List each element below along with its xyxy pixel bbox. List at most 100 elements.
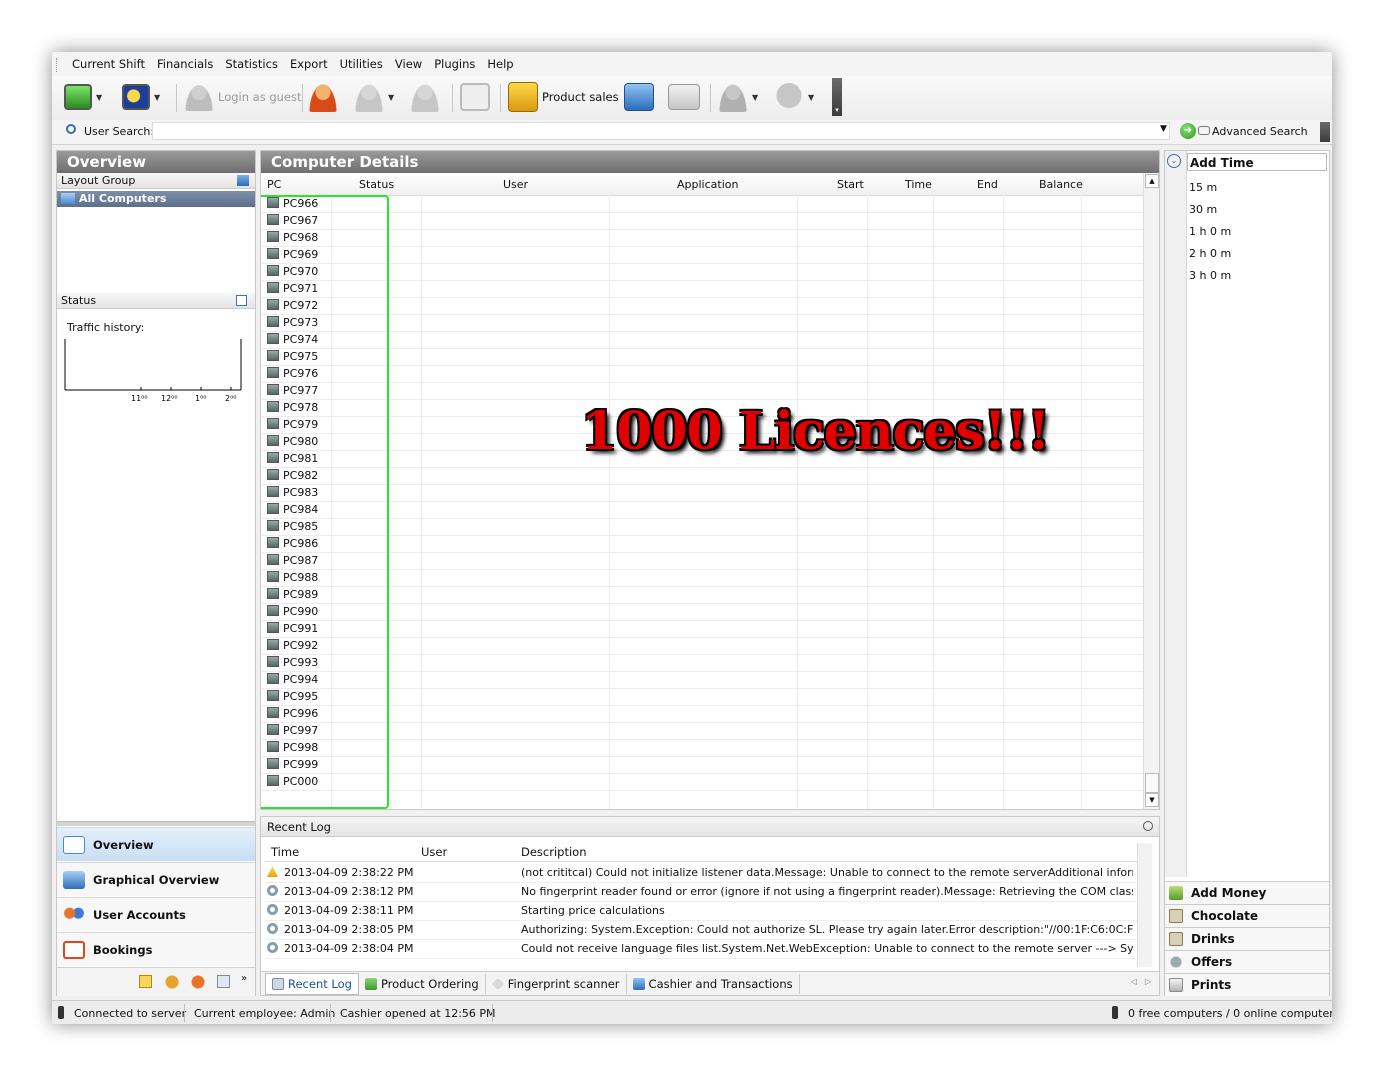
print-button[interactable] <box>668 80 700 114</box>
tab-recent-log[interactable]: Recent Log <box>265 972 359 995</box>
pc-row[interactable]: PC982 <box>261 467 1145 485</box>
network-icon[interactable] <box>237 175 249 186</box>
pc-row[interactable]: PC967 <box>261 212 1145 230</box>
col-time[interactable]: Time <box>905 178 932 191</box>
col-end[interactable]: End <box>977 178 998 191</box>
col-balance[interactable]: Balance <box>1039 178 1083 191</box>
calculator-icon[interactable] <box>217 975 230 988</box>
menu-statistics[interactable]: Statistics <box>219 57 284 71</box>
chocolate-button[interactable]: Chocolate <box>1165 904 1329 927</box>
toolbar-overflow-handle[interactable]: ▾ <box>832 78 842 116</box>
nav-overview[interactable]: Overview <box>57 827 255 861</box>
pc-row[interactable]: PC974 <box>261 331 1145 349</box>
monitor-green-button[interactable]: ▼ <box>64 80 102 114</box>
prints-button[interactable]: Prints <box>1165 973 1329 996</box>
scroll-up-arrow[interactable]: ▲ <box>1145 174 1159 188</box>
search-overflow-handle[interactable] <box>1320 122 1330 142</box>
cash-register-button[interactable] <box>624 80 654 114</box>
chevron-down-icon[interactable]: ▼ <box>154 93 160 102</box>
pc-row[interactable]: PC966 <box>261 195 1145 213</box>
log-scrollbar[interactable] <box>1137 843 1152 967</box>
nav-graphical-overview[interactable]: Graphical Overview <box>57 862 255 896</box>
col-start[interactable]: Start <box>837 178 864 191</box>
grid-scrollbar[interactable]: ▲ ▼ <box>1143 173 1159 809</box>
user-clock-button[interactable] <box>410 80 440 114</box>
menu-utilities[interactable]: Utilities <box>334 57 389 71</box>
pc-row[interactable]: PC988 <box>261 569 1145 587</box>
pc-row[interactable]: PC985 <box>261 518 1145 536</box>
log-col-user[interactable]: User <box>421 845 447 859</box>
pc-row[interactable]: PC990 <box>261 603 1145 621</box>
col-status[interactable]: Status <box>359 178 394 191</box>
login-guest-button[interactable]: Login as guest <box>184 80 302 114</box>
user-add-icon[interactable] <box>191 975 205 989</box>
collapse-chevron-icon[interactable]: ⌄ <box>1167 154 1181 168</box>
pc-row[interactable]: PC971 <box>261 280 1145 298</box>
add-money-button[interactable]: Add Money <box>1165 881 1329 904</box>
chevron-down-icon[interactable]: ▼ <box>752 93 758 102</box>
log-row[interactable]: 2013-04-09 2:38:22 PM (not crititcal) Cou… <box>265 863 1137 883</box>
nav-bookings[interactable]: Bookings <box>57 932 255 966</box>
pc-row[interactable]: PC997 <box>261 722 1145 740</box>
time-option-3h[interactable]: 3 h 0 m <box>1189 269 1231 282</box>
advanced-search-button[interactable]: Advanced Search <box>1212 125 1308 138</box>
time-option-30m[interactable]: 30 m <box>1189 203 1217 216</box>
time-option-15m[interactable]: 15 m <box>1189 181 1217 194</box>
col-pc[interactable]: PC <box>267 178 281 191</box>
menu-financials[interactable]: Financials <box>151 57 219 71</box>
tab-scroll-left[interactable]: ◁ <box>1131 977 1137 986</box>
pc-row[interactable]: PC991 <box>261 620 1145 638</box>
pc-row[interactable]: PC995 <box>261 688 1145 706</box>
offers-button[interactable]: Offers <box>1165 950 1329 973</box>
log-row[interactable]: 2013-04-09 2:38:11 PM Starting price calc… <box>265 901 1137 921</box>
help-button[interactable]: ▼ <box>774 80 814 114</box>
tab-fingerprint-scanner[interactable]: Fingerprint scanner <box>486 973 627 994</box>
menu-view[interactable]: View <box>389 57 428 71</box>
menu-export[interactable]: Export <box>284 57 334 71</box>
pc-row[interactable]: PC975 <box>261 348 1145 366</box>
user-settings-button[interactable]: ▼ <box>718 80 758 114</box>
log-row[interactable]: 2013-04-09 2:38:12 PM No fingerprint read… <box>265 882 1137 902</box>
product-sales-button[interactable]: Product sales <box>508 80 619 114</box>
user-lock-button[interactable]: ▼ <box>354 80 394 114</box>
monitor-sleep-button[interactable]: ▼ <box>122 80 160 114</box>
all-computers-item[interactable]: All Computers <box>57 191 255 207</box>
log-row[interactable]: 2013-04-09 2:38:04 PM Could not receive l… <box>265 939 1137 959</box>
pc-row[interactable]: PC989 <box>261 586 1145 604</box>
chevron-down-icon[interactable]: ▼ <box>808 93 814 102</box>
pc-row[interactable]: PC994 <box>261 671 1145 689</box>
col-application[interactable]: Application <box>677 178 738 191</box>
menu-plugins[interactable]: Plugins <box>428 57 481 71</box>
menu-current-shift[interactable]: Current Shift <box>66 57 151 71</box>
pc-row[interactable]: PC987 <box>261 552 1145 570</box>
drinks-button[interactable]: Drinks <box>1165 927 1329 950</box>
more-chevron-icon[interactable]: » <box>241 973 247 984</box>
chevron-down-icon[interactable]: ▼ <box>96 93 102 102</box>
menu-help[interactable]: Help <box>481 57 519 71</box>
money-user-icon[interactable] <box>165 975 179 989</box>
note-icon[interactable] <box>139 975 152 988</box>
pc-row[interactable]: PC993 <box>261 654 1145 672</box>
chevron-down-icon[interactable]: ▼ <box>1160 124 1167 134</box>
pc-row[interactable]: PC972 <box>261 297 1145 315</box>
pc-row[interactable]: PC996 <box>261 705 1145 723</box>
user-search-input[interactable] <box>152 122 1170 140</box>
pc-row[interactable]: PC970 <box>261 263 1145 281</box>
tab-product-ordering[interactable]: Product Ordering <box>359 973 486 994</box>
pc-row[interactable]: PC992 <box>261 637 1145 655</box>
pc-row[interactable]: PC984 <box>261 501 1145 519</box>
tab-scroll-right[interactable]: ▷ <box>1145 977 1151 986</box>
time-option-2h[interactable]: 2 h 0 m <box>1189 247 1231 260</box>
splitter-handle[interactable] <box>57 821 255 826</box>
pc-row[interactable]: PC973 <box>261 314 1145 332</box>
pc-row[interactable]: PC998 <box>261 739 1145 757</box>
scroll-thumb[interactable] <box>1145 773 1159 793</box>
scroll-down-arrow[interactable]: ▼ <box>1145 793 1159 807</box>
pc-row[interactable]: PC976 <box>261 365 1145 383</box>
pc-row[interactable]: PC986 <box>261 535 1145 553</box>
pc-row[interactable]: PC000 <box>261 773 1145 791</box>
pc-row[interactable]: PC999 <box>261 756 1145 774</box>
col-user[interactable]: User <box>503 178 528 191</box>
time-option-1h[interactable]: 1 h 0 m <box>1189 225 1231 238</box>
pin-icon[interactable] <box>1143 821 1153 831</box>
